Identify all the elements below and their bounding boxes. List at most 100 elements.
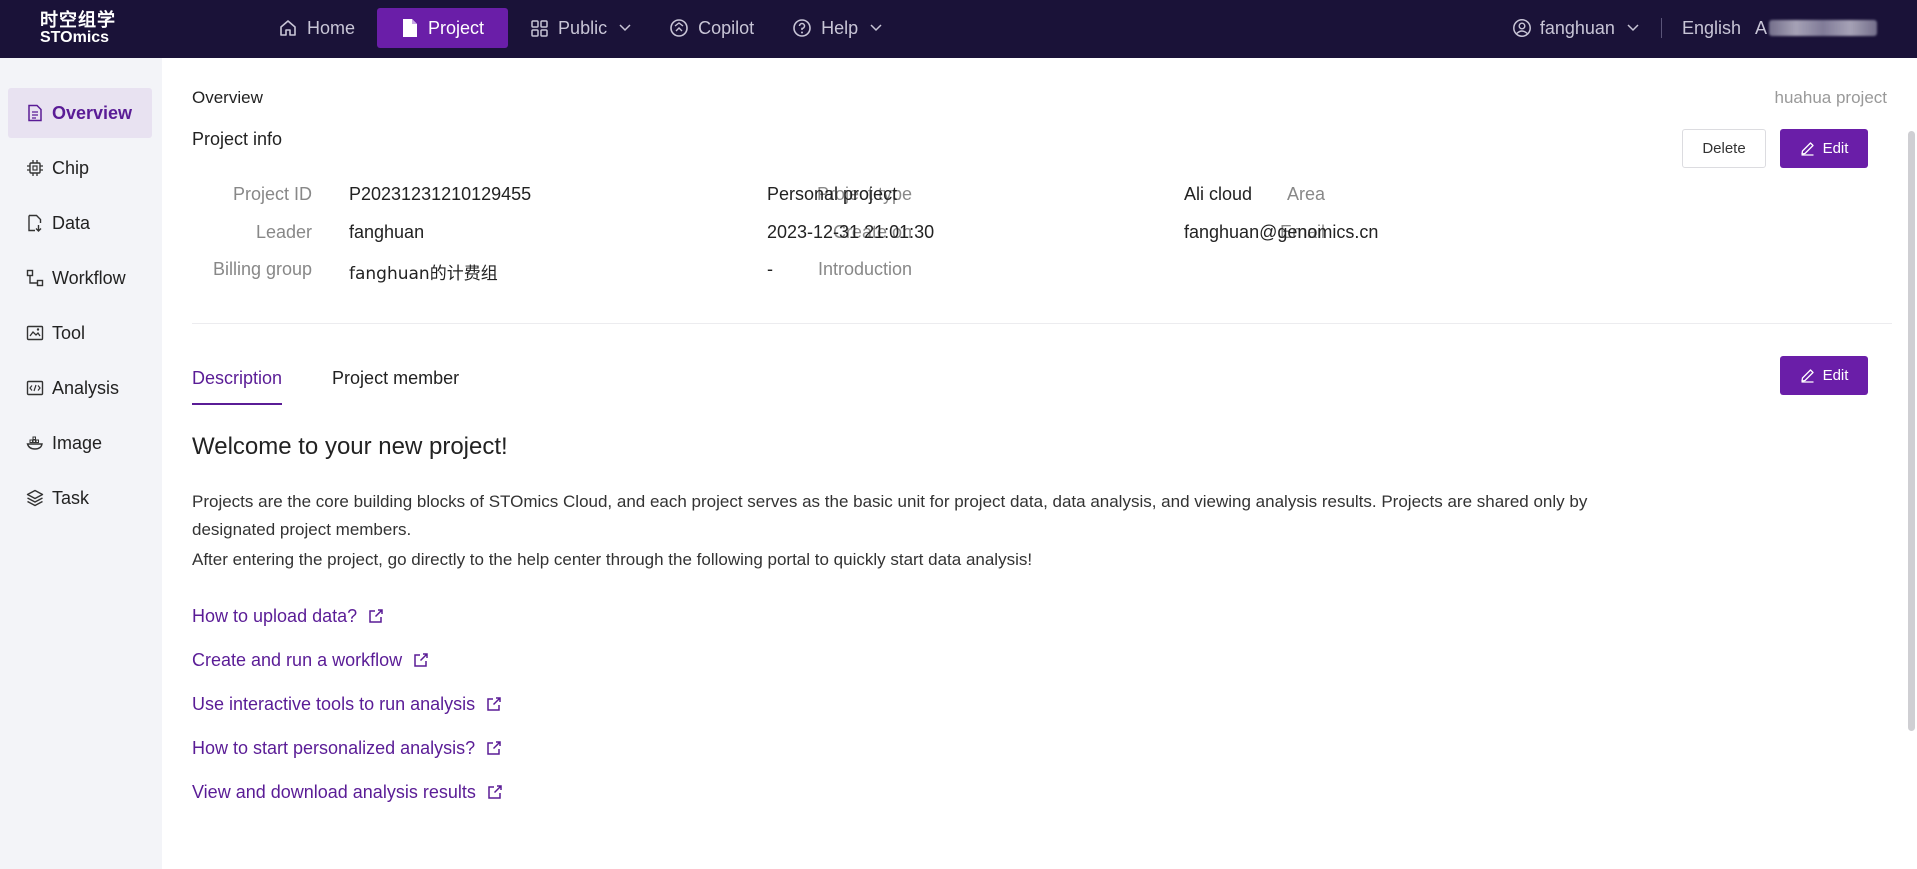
content-tabs: Description Project member: [192, 368, 509, 405]
nav-project[interactable]: Project: [377, 8, 509, 48]
sidebar-item-label: Analysis: [52, 377, 120, 398]
nav-home-label: Home: [307, 17, 356, 38]
leader-value: fanghuan: [349, 222, 425, 242]
edit-label: Edit: [1822, 367, 1849, 384]
link-label: View and download analysis results: [192, 781, 476, 802]
nav-right-area: fanghuan English A: [1512, 8, 1877, 48]
welcome-heading: Welcome to your new project!: [192, 433, 508, 460]
section-divider: [192, 323, 1892, 324]
divider: [1660, 18, 1662, 38]
sidebar-item-chip[interactable]: Chip: [8, 143, 152, 193]
blurred-org-name: [1769, 20, 1877, 36]
copilot-icon: [670, 19, 688, 37]
section-title-project-info: Project info: [192, 129, 283, 149]
grid-icon: [531, 19, 548, 37]
sidebar-item-workflow[interactable]: Workflow: [8, 253, 152, 303]
area-value: Ali cloud: [1184, 184, 1253, 204]
sidebar-item-label: Task: [52, 487, 90, 508]
help-link-interactive-tools[interactable]: Use interactive tools to run analysis: [192, 682, 503, 726]
logo-en-text: STOmics: [40, 29, 110, 46]
billing-group-value: fanghuan的计费组: [349, 264, 498, 284]
sidebar-item-image[interactable]: Image: [8, 418, 152, 468]
description-paragraph-1: Projects are the core building blocks of…: [192, 492, 1588, 539]
chevron-down-icon: [1627, 24, 1639, 32]
top-navigation-bar: 时空组学 STOmics Home Project Public Copilot…: [0, 0, 1917, 58]
sidebar-item-overview[interactable]: Overview: [8, 88, 152, 138]
tab-description[interactable]: Description: [192, 368, 283, 405]
nav-help[interactable]: Help: [776, 8, 898, 48]
nav-help-label: Help: [821, 17, 859, 38]
sidebar-item-label: Image: [52, 432, 103, 453]
email-value: fanghuan@genomics.cn: [1184, 222, 1379, 242]
edit-project-info-button[interactable]: Edit: [1780, 129, 1868, 168]
leader-label: Leader: [255, 222, 312, 242]
external-link-icon: [488, 785, 502, 799]
tool-icon: [26, 325, 44, 341]
task-icon: [26, 489, 44, 507]
org-name-prefix[interactable]: A: [1755, 18, 1767, 39]
project-type-value: Personal project: [767, 184, 898, 204]
sidebar-item-data[interactable]: Data: [8, 198, 152, 248]
introduction-value: -: [767, 259, 773, 279]
link-label: Use interactive tools to run analysis: [192, 693, 476, 714]
nav-public[interactable]: Public: [514, 8, 647, 48]
external-link-icon: [414, 653, 428, 667]
edit-description-button[interactable]: Edit: [1780, 356, 1868, 395]
document-icon: [403, 19, 418, 37]
nav-project-label: Project: [428, 17, 485, 38]
sidebar-item-tool[interactable]: Tool: [8, 308, 152, 358]
project-id-label: Project ID: [232, 184, 312, 204]
help-links: How to upload data? Create and run a wor…: [192, 594, 503, 814]
sidebar-item-label: Data: [52, 212, 91, 233]
sidebar-item-task[interactable]: Task: [8, 473, 152, 523]
workflow-icon: [26, 269, 44, 287]
chip-icon: [27, 160, 43, 176]
help-icon: [793, 19, 811, 37]
external-link-icon: [369, 609, 383, 623]
user-menu[interactable]: fanghuan: [1512, 18, 1639, 39]
chevron-down-icon: [619, 24, 631, 32]
user-icon: [1512, 19, 1531, 37]
help-link-view-results[interactable]: View and download analysis results: [192, 770, 503, 814]
create-on-value: 2023-12-31 21:01:30: [767, 222, 935, 242]
link-label: How to start personalized analysis?: [192, 737, 476, 758]
help-link-upload-data[interactable]: How to upload data?: [192, 594, 503, 638]
project-name: huahua project: [1774, 88, 1887, 107]
tab-project-member[interactable]: Project member: [332, 368, 459, 405]
nav-copilot-label: Copilot: [698, 17, 755, 38]
pencil-icon: [1800, 369, 1814, 383]
home-icon: [280, 20, 296, 36]
sidebar-item-label: Chip: [52, 157, 90, 178]
main-nav: Home Project Public Copilot Help: [262, 8, 904, 48]
introduction-label: Introduction: [817, 259, 912, 279]
help-link-personalized-analysis[interactable]: How to start personalized analysis?: [192, 726, 503, 770]
overview-icon: [28, 104, 42, 122]
nav-home[interactable]: Home: [262, 8, 371, 48]
analysis-icon: [26, 380, 44, 396]
project-id-value: P20231231210129455: [349, 184, 532, 204]
sidebar-item-analysis[interactable]: Analysis: [8, 363, 152, 413]
link-label: How to upload data?: [192, 605, 358, 626]
language-switch[interactable]: English: [1682, 18, 1741, 39]
area-label: Area: [1286, 184, 1325, 204]
edit-label: Edit: [1822, 140, 1849, 157]
main-content: Overview huahua project Project info Del…: [162, 58, 1917, 869]
description-paragraph-2: After entering the project, go directly …: [192, 550, 1033, 569]
stomics-logo[interactable]: 时空组学 STOmics: [40, 11, 116, 46]
user-name: fanghuan: [1539, 17, 1615, 38]
scrollbar-thumb[interactable]: [1908, 131, 1915, 731]
external-link-icon: [487, 697, 501, 711]
sidebar-item-label: Tool: [52, 322, 86, 343]
billing-group-label: Billing group: [212, 259, 312, 279]
sidebar-item-label: Overview: [52, 102, 133, 123]
nav-copilot[interactable]: Copilot: [653, 8, 770, 48]
chevron-down-icon: [870, 24, 882, 32]
image-icon: [26, 436, 43, 450]
logo-cn-text: 时空组学: [40, 10, 116, 30]
nav-public-label: Public: [558, 17, 608, 38]
link-label: Create and run a workflow: [192, 649, 403, 670]
help-link-create-workflow[interactable]: Create and run a workflow: [192, 638, 503, 682]
external-link-icon: [487, 741, 501, 755]
sidebar-item-label: Workflow: [52, 267, 126, 288]
delete-button[interactable]: Delete: [1682, 129, 1766, 168]
